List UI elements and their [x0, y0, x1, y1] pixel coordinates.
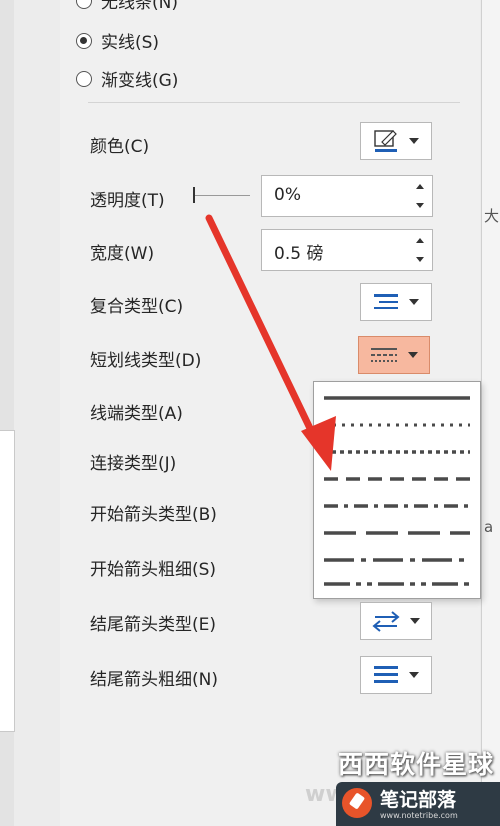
notebook-logo-icon	[342, 788, 372, 818]
badge-title: 笔记部落	[380, 789, 457, 811]
watermark-brand: 西西软件星球	[338, 750, 495, 779]
badge-url: www.notetribe.com	[380, 811, 458, 820]
annotation-arrow	[205, 214, 336, 471]
watermark-badge: 笔记部落 www.notetribe.com	[336, 782, 500, 826]
